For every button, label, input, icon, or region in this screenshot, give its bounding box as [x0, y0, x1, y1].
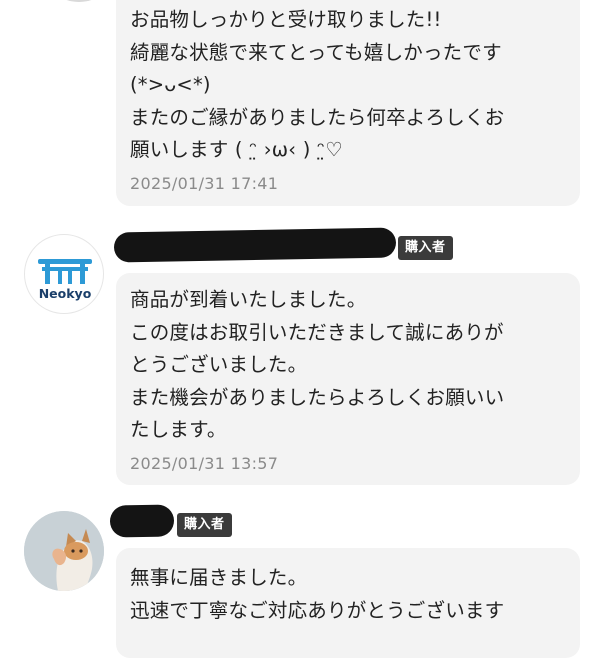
buyer-badge: 購入者: [177, 513, 232, 537]
cat-photo-icon: [24, 511, 104, 591]
message-line: (*>ᴗ<*): [130, 73, 211, 96]
message-timestamp: 2025/01/31 13:57: [130, 453, 279, 473]
sender-name-redacted: [109, 504, 175, 538]
message-thread: お品物しっかりと受け取りました!! 綺麗な状態で来てとっても嬉しかったです (*…: [0, 0, 608, 658]
avatar[interactable]: [40, 0, 118, 2]
sender-name-redacted: [113, 227, 397, 263]
message-line: とうございました。: [130, 353, 308, 376]
avatar-logo-text: Neokyo: [38, 286, 92, 301]
message-line: また機会がありましたらよろしくお願いい: [130, 385, 505, 409]
message-line: 願いします ( ᵔ̤ ›ω‹ ) ᵔ̤♡: [130, 138, 343, 161]
avatar[interactable]: Neokyo: [24, 234, 104, 314]
buyer-badge: 購入者: [398, 236, 453, 260]
message-bubble: 無事に届きました。 迅速で丁寧なご対応ありがとうございます: [116, 548, 580, 658]
message-line: 商品が到着いたしました。: [130, 288, 367, 311]
message-line: 無事に届きました。: [130, 566, 308, 589]
message-bubble: お品物しっかりと受け取りました!! 綺麗な状態で来てとっても嬉しかったです (*…: [116, 0, 580, 206]
avatar[interactable]: [24, 511, 104, 591]
message-line: 綺麗な状態で来てとっても嬉しかったです: [130, 40, 502, 64]
torii-gate-icon: [38, 259, 92, 284]
message-line: お品物しっかりと受け取りました!!: [130, 8, 442, 31]
message-line: たします。: [130, 418, 227, 441]
message-line: この度はお取引いただきまして誠にありが: [130, 320, 504, 344]
message-bubble: 商品が到着いたしました。 この度はお取引いただきまして誠にありが とうございまし…: [116, 273, 580, 485]
message-line: またのご縁がありましたら何卒よろしくお: [130, 105, 505, 129]
message-timestamp: 2025/01/31 17:41: [130, 173, 279, 193]
message-line: 迅速で丁寧なご対応ありがとうございます: [130, 598, 505, 622]
